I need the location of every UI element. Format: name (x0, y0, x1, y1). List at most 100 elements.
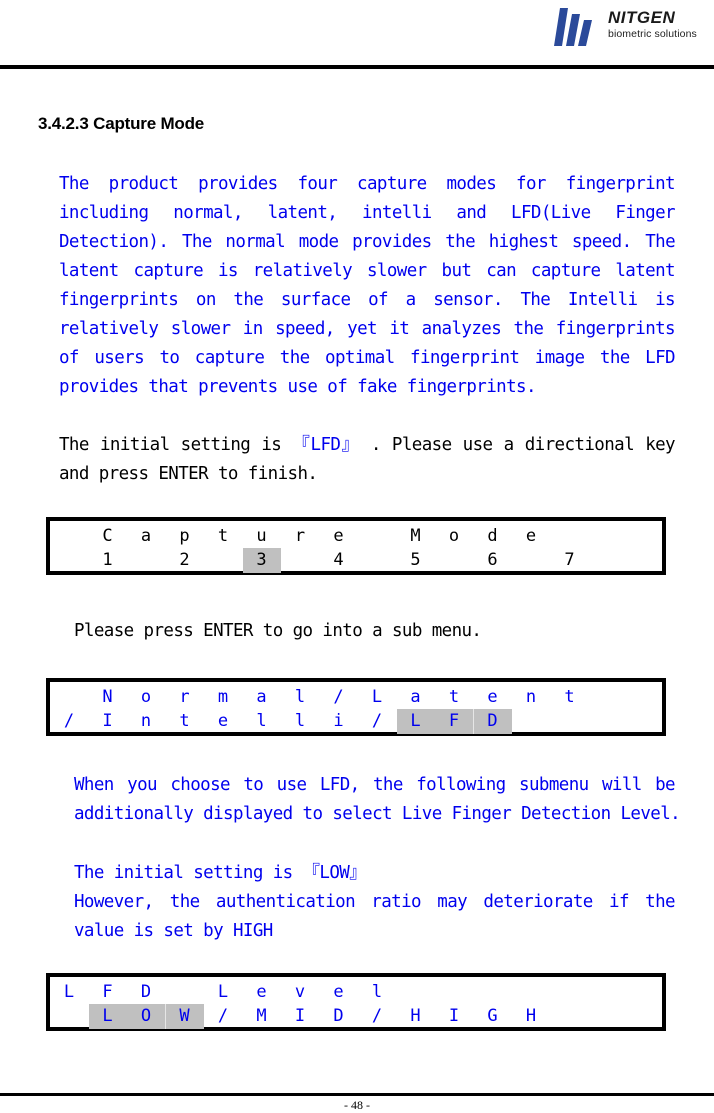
lcd-row: L O W / M I D / H I G H (50, 1004, 662, 1029)
brand-tagline: biometric solutions (608, 28, 697, 40)
section-heading: 3.4.2.3 Capture Mode (38, 114, 205, 133)
lcd-cell: 4 (333, 550, 344, 570)
lcd-cell-selected: F (435, 709, 474, 734)
intro-line: The product provides four capture modes … (59, 174, 676, 194)
initial-setting-prefix: The initial setting is (59, 435, 293, 455)
lcd-cell: L (371, 687, 383, 707)
lcd-cell: H (410, 1006, 421, 1026)
lcd-row: / In t e l l i / L F D (50, 709, 662, 734)
lcd-cell-selected: W (165, 1004, 204, 1029)
lcd-cell: / (63, 711, 75, 731)
lcd-cell: 7 (564, 550, 575, 570)
lcd-cell: t (217, 526, 229, 546)
lcd-cell: 5 (410, 550, 421, 570)
lcd-cell: r (179, 687, 190, 707)
lcd-cell: / (217, 1006, 229, 1026)
submenu-hint-paragraph: Please press ENTER to go into a sub menu… (74, 617, 674, 646)
lcd-cell: l (294, 711, 306, 731)
initial-setting-line: The initial setting is 『LFD』 . Please us… (59, 431, 676, 460)
lcd-cell: t (448, 687, 460, 707)
lcd-cell: I (102, 711, 113, 731)
lcd-cell: / (371, 1006, 383, 1026)
lcd-cell-selected: L (88, 1004, 128, 1029)
lcd-cell: / (333, 687, 344, 707)
lcd-cell: e (217, 711, 229, 731)
lcd-cell: 1 (102, 550, 113, 570)
lcd-cell: l (371, 982, 383, 1002)
nitgen-logo-mark-icon (554, 8, 592, 46)
lcd-cell: e (333, 526, 344, 546)
lcd-row: No r m a l / La t e n t (50, 685, 662, 710)
lcd-cell: H (525, 1006, 537, 1026)
submenu-hint: Please press ENTER to go into a sub menu… (74, 621, 482, 641)
lcd-cell: i (333, 711, 344, 731)
lcd-cell: 6 (487, 550, 498, 570)
lcd-cell: M (410, 526, 421, 546)
nitgen-logo: NITGEN biometric solutions (548, 2, 708, 50)
lcd-cell: t (179, 711, 190, 731)
lfd-note-line: additionally displayed to select Live Fi… (74, 804, 681, 824)
lcd-cell: d (487, 526, 498, 546)
lcd-cell: 2 (179, 550, 190, 570)
lcd-row: L F D Le v e l (50, 980, 662, 1005)
lcd-cell: M (256, 1006, 267, 1026)
lcd-cell: a (140, 526, 152, 546)
lcd-cell: I (448, 1006, 460, 1026)
lfd-note-line: When you choose to use LFD, the followin… (74, 775, 676, 795)
lcd-cell: F (102, 982, 113, 1002)
initial-setting-value: 『LFD』 (292, 435, 360, 455)
lcd-cell: e (256, 982, 267, 1002)
lcd-cell: u (256, 526, 267, 546)
lcd-cell: r (294, 526, 306, 546)
lfd-note-paragraph: When you choose to use LFD, the followin… (74, 771, 681, 829)
lcd-cell: a (410, 687, 421, 707)
intro-line: latent capture is relatively slower but … (59, 261, 676, 281)
header-rule (0, 65, 714, 69)
initial-setting-line2: and press ENTER to finish. (59, 464, 318, 484)
intro-line: including normal, latent, intelli and LF… (59, 203, 676, 223)
brand-name: NITGEN (608, 8, 676, 27)
lcd-cell: L (217, 982, 229, 1002)
lfd-initial-line: The initial setting is 『LOW』 (74, 859, 675, 888)
lcd-cell: t (564, 687, 575, 707)
lcd-cell-selected: O (127, 1004, 166, 1029)
lfd-initial-value: 『LOW』 (302, 863, 367, 883)
lcd-cell: a (256, 687, 267, 707)
lcd-cell: l (294, 687, 306, 707)
lcd-cell: e (487, 687, 498, 707)
lcd-cell: n (140, 711, 152, 731)
intro-line: relatively slower in speed, yet it analy… (59, 319, 676, 339)
lfd-level-screen: LFDLevel L O W / M I D / H I G H (46, 973, 666, 1031)
capture-mode-screen: Ca p t u r e Mo d e 1 2 3 4 5 6 7 (46, 517, 666, 575)
lcd-cell: N (102, 687, 113, 707)
page-number: - 48 - (344, 1098, 370, 1112)
intro-line: Detection). The normal mode provides the… (59, 232, 676, 252)
lcd-cell: o (448, 526, 460, 546)
intro-line: fingerprints on the surface of a sensor.… (59, 290, 676, 310)
initial-setting-paragraph: The initial setting is 『LFD』 . Please us… (59, 431, 676, 489)
lcd-cell-selected: L (396, 709, 436, 734)
lcd-cell: m (217, 687, 229, 707)
lcd-cell: e (525, 526, 537, 546)
lcd-cell: e (333, 982, 344, 1002)
lcd-cell: o (140, 687, 152, 707)
lcd-cell-selected: 3 (242, 548, 281, 573)
lcd-cell: / (371, 711, 383, 731)
lcd-row: 1 2 3 4 5 6 7 (50, 548, 662, 573)
lcd-cell: I (294, 1006, 306, 1026)
lfd-initial-prefix: The initial setting is (74, 863, 303, 883)
lcd-cell: C (102, 526, 113, 546)
intro-line: of users to capture the optimal fingerpr… (59, 348, 676, 368)
lcd-cell-selected: D (473, 709, 512, 734)
lcd-cell: v (294, 982, 306, 1002)
lcd-cell: l (256, 711, 267, 731)
lcd-cell: D (333, 1006, 344, 1026)
intro-line: provides that prevents use of fake finge… (59, 377, 537, 397)
footer-rule (0, 1093, 714, 1096)
lcd-cell: G (487, 1006, 498, 1026)
intro-paragraph: The product provides four capture modes … (59, 170, 676, 402)
lfd-initial-line3: value is set by HIGH (74, 921, 273, 941)
initial-setting-suffix: . Please use a directional key (359, 435, 676, 455)
lcd-row: Ca p t u r e Mo d e (50, 524, 662, 549)
lfd-initial-paragraph: The initial setting is 『LOW』 However, th… (74, 859, 676, 946)
